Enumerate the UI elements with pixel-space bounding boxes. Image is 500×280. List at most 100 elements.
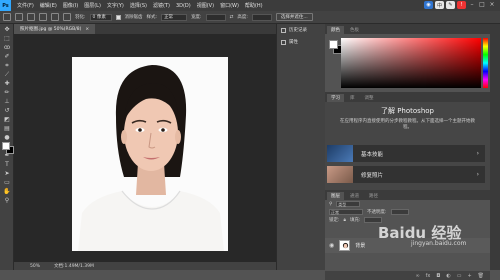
move-tool-icon[interactable]: ✥ (3, 26, 11, 33)
layer-style-icon[interactable]: fx (426, 273, 431, 279)
feather-input[interactable]: 0 像素 (89, 13, 112, 21)
panel-scrollbar[interactable] (490, 24, 500, 270)
mask-icon[interactable]: ◘ (436, 273, 440, 279)
tab-paths[interactable]: 路径 (365, 192, 382, 200)
zoom-level[interactable]: 50% (30, 264, 40, 269)
menu-file[interactable]: 文件(F) (14, 2, 37, 9)
foreground-color-swatch[interactable] (2, 142, 10, 150)
eyedropper-tool-icon[interactable]: ⟋ (3, 71, 11, 78)
card-thumbnail (327, 145, 353, 162)
color-swatches[interactable] (2, 142, 14, 154)
new-selection-icon[interactable] (27, 13, 35, 21)
menu-view[interactable]: 视图(V) (194, 2, 217, 9)
chevron-right-icon: › (476, 171, 479, 178)
layer-filter-select[interactable]: 类型 (336, 201, 361, 207)
path-select-tool-icon[interactable]: ➤ (3, 170, 11, 177)
tray-alert-icon[interactable]: ! (457, 1, 466, 9)
menu-edit[interactable]: 编辑(E) (37, 2, 60, 9)
portrait-photo[interactable] (72, 57, 228, 251)
delete-layer-icon[interactable]: 🗑︎ (478, 273, 484, 279)
menu-select[interactable]: 选择(S) (127, 2, 150, 9)
panel-foreground-swatch[interactable] (329, 40, 338, 49)
height-input[interactable] (251, 13, 272, 21)
add-selection-icon[interactable] (39, 13, 47, 21)
options-bar: 羽化: 0 像素 消除锯齿 样式: 正常 宽度: ⇄ 高度: 选择并遮住... (0, 11, 500, 24)
blend-mode-select[interactable]: 正常 (329, 209, 363, 215)
color-spectrum[interactable] (341, 38, 481, 88)
tab-adjustments[interactable]: 调整 (361, 94, 378, 102)
layer-filter-row: ⚲ 类型 (325, 200, 490, 208)
tab-libraries[interactable]: 库 (346, 94, 359, 102)
history-brush-icon[interactable]: ↺ (3, 107, 11, 114)
gradient-tool-icon[interactable]: ▤ (3, 125, 11, 132)
select-and-mask-button[interactable]: 选择并遮住... (275, 13, 313, 21)
swap-icon[interactable]: ⇄ (230, 15, 234, 20)
brush-tool-icon[interactable]: ✏ (3, 89, 11, 96)
tray-keyboard-icon[interactable]: 中 (435, 1, 444, 9)
lasso-tool-icon[interactable]: ꝏ (3, 44, 11, 51)
menu-filter[interactable]: 滤镜(T) (150, 2, 173, 9)
photoshop-logo[interactable]: Ps (0, 0, 11, 11)
style-select[interactable]: 正常 (161, 13, 188, 21)
history-icon (281, 27, 286, 33)
tab-layers[interactable]: 图层 (327, 192, 344, 200)
learn-panel: 了解 Photoshop 在应用程序内直接使用的分步教程教程。从下面选择一个主题… (325, 102, 490, 190)
antialias-checkbox[interactable] (115, 14, 121, 20)
document-tab-bar: 照片抠图.jpg @ 50%(RGB/8) × (14, 24, 276, 34)
properties-icon (281, 39, 286, 45)
adjustment-layer-icon[interactable]: ◐ (446, 273, 450, 279)
feather-label: 羽化: (75, 15, 86, 20)
intersect-selection-icon[interactable] (63, 13, 71, 21)
menu-layer[interactable]: 图层(L) (81, 2, 104, 9)
blur-tool-icon[interactable]: ● (3, 134, 11, 141)
history-panel-button[interactable]: 历史记录 (277, 24, 325, 36)
tab-channels[interactable]: 通道 (346, 192, 363, 200)
maximize-icon[interactable]: □ (478, 1, 486, 9)
marquee-preset-icon[interactable] (15, 13, 23, 21)
learn-card-fix-photo[interactable]: 修复照片 › (327, 166, 485, 183)
new-layer-icon[interactable]: + (467, 273, 471, 279)
type-tool-icon[interactable]: T (3, 161, 11, 168)
tray-pen-icon[interactable]: ✎ (446, 1, 455, 9)
menu-help[interactable]: 帮助(H) (242, 2, 266, 9)
healing-tool-icon[interactable]: ✚ (3, 80, 11, 87)
menu-window[interactable]: 窗口(W) (217, 2, 242, 9)
zoom-tool-icon[interactable]: ⚲ (3, 197, 11, 204)
hand-tool-icon[interactable]: ✋ (3, 188, 11, 195)
tab-color[interactable]: 颜色 (327, 26, 344, 34)
watermark-url: jingyan.baidu.com (411, 240, 467, 247)
properties-panel-button[interactable]: 属性 (277, 36, 325, 48)
home-icon[interactable] (3, 13, 11, 21)
shape-tool-icon[interactable]: ▭ (3, 179, 11, 186)
stamp-tool-icon[interactable]: ⊥ (3, 98, 11, 105)
menu-image[interactable]: 图像(I) (60, 2, 81, 9)
quick-select-tool-icon[interactable]: ✐ (3, 53, 11, 60)
card-label: 修复照片 (361, 172, 384, 179)
crop-tool-icon[interactable]: ⌗ (3, 62, 11, 69)
style-label: 样式: (146, 15, 158, 20)
hue-slider[interactable] (483, 38, 488, 88)
document-close-icon[interactable]: × (85, 27, 89, 32)
close-icon[interactable]: × (488, 1, 496, 9)
link-layers-icon[interactable]: ∞ (415, 273, 419, 279)
tab-swatches[interactable]: 色板 (346, 26, 363, 34)
width-input[interactable] (205, 13, 226, 21)
eraser-tool-icon[interactable]: ◩ (3, 116, 11, 123)
opacity-input[interactable] (390, 209, 409, 215)
subtract-selection-icon[interactable] (51, 13, 59, 21)
visibility-eye-icon[interactable]: ◉ (329, 242, 334, 249)
minimize-icon[interactable]: – (468, 1, 476, 9)
color-panel (325, 34, 490, 92)
lock-icon[interactable]: 🔒︎ (344, 217, 346, 223)
learn-card-basic-skills[interactable]: 基本技能 › (327, 145, 485, 162)
tab-learn[interactable]: 学习 (327, 94, 344, 102)
document-tab[interactable]: 照片抠图.jpg @ 50%(RGB/8) × (14, 24, 96, 34)
marquee-tool-icon[interactable]: ⬚ (3, 35, 11, 42)
group-icon[interactable]: ▭ (457, 273, 462, 279)
canvas-area[interactable] (14, 34, 276, 262)
window-controls: ◉ 中 ✎ ! – □ × (424, 1, 496, 9)
menu-3d[interactable]: 3D(D) (173, 3, 194, 9)
tray-app-icon[interactable]: ◉ (424, 1, 433, 9)
search-icon: ⚲ (329, 201, 333, 207)
menu-type[interactable]: 文字(Y) (104, 2, 127, 9)
